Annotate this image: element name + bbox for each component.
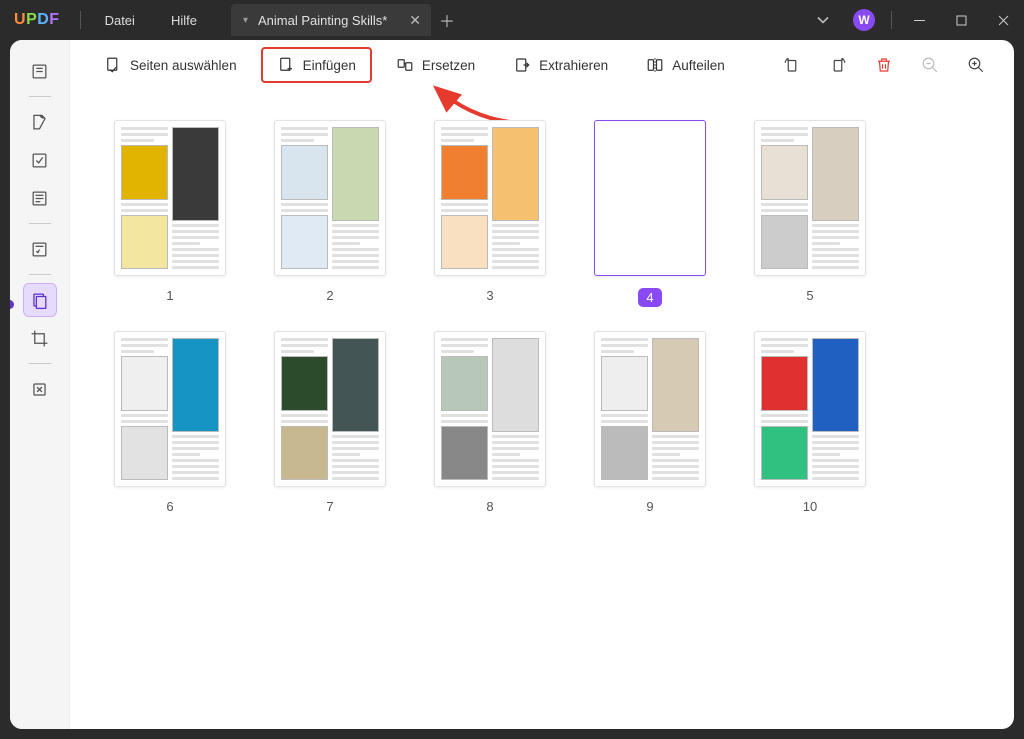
organize-pages-icon[interactable] bbox=[23, 283, 57, 317]
zoom-in-icon[interactable] bbox=[958, 47, 994, 83]
page-preview[interactable] bbox=[434, 331, 546, 487]
tab-dropdown-icon[interactable]: ▾ bbox=[243, 15, 248, 26]
content-area: Seiten auswählen Einfügen Ersetzen Extra… bbox=[70, 40, 1014, 729]
thumbnail-row: 1 2 3 4 bbox=[114, 120, 990, 307]
page-thumbnail[interactable]: 8 bbox=[434, 331, 546, 514]
ocr-tool-icon[interactable] bbox=[23, 181, 57, 215]
page-thumbnail[interactable]: 5 bbox=[754, 120, 866, 307]
title-bar: UPDF Datei Hilfe ▾ Animal Painting Skill… bbox=[0, 0, 1024, 40]
insert-button[interactable]: Einfügen bbox=[261, 47, 372, 83]
divider bbox=[29, 96, 51, 97]
page-preview[interactable] bbox=[594, 331, 706, 487]
page-number: 2 bbox=[326, 288, 333, 303]
app-logo: UPDF bbox=[0, 11, 74, 29]
page-preview[interactable] bbox=[274, 120, 386, 276]
page-toolbar: Seiten auswählen Einfügen Ersetzen Extra… bbox=[70, 40, 1014, 90]
new-tab-button[interactable]: ＋ bbox=[431, 8, 463, 32]
page-preview[interactable] bbox=[754, 331, 866, 487]
select-pages-button[interactable]: Seiten auswählen bbox=[90, 47, 251, 83]
page-preview[interactable] bbox=[594, 120, 706, 276]
chevron-down-icon[interactable] bbox=[813, 10, 833, 30]
thumbnail-row: 6 7 8 bbox=[114, 331, 990, 514]
separator bbox=[80, 11, 81, 29]
page-thumbnail[interactable]: 3 bbox=[434, 120, 546, 307]
insert-label: Einfügen bbox=[303, 58, 356, 73]
page-number: 4 bbox=[638, 288, 661, 307]
divider bbox=[29, 274, 51, 275]
page-preview[interactable] bbox=[434, 120, 546, 276]
document-tab[interactable]: ▾ Animal Painting Skills* ✕ bbox=[231, 4, 431, 36]
page-thumbnail[interactable]: 1 bbox=[114, 120, 226, 307]
form-tool-icon[interactable] bbox=[23, 232, 57, 266]
app-body: Seiten auswählen Einfügen Ersetzen Extra… bbox=[10, 40, 1014, 729]
page-thumbnail[interactable]: 4 bbox=[594, 120, 706, 307]
page-preview[interactable] bbox=[114, 331, 226, 487]
comment-tool-icon[interactable] bbox=[23, 105, 57, 139]
rotate-right-icon[interactable] bbox=[820, 47, 856, 83]
edit-tool-icon[interactable] bbox=[23, 143, 57, 177]
page-preview[interactable] bbox=[274, 331, 386, 487]
page-number: 6 bbox=[166, 499, 173, 514]
sidebar-handle[interactable] bbox=[10, 300, 14, 309]
user-avatar[interactable]: W bbox=[853, 9, 875, 31]
minimize-button[interactable] bbox=[898, 0, 940, 40]
divider bbox=[29, 363, 51, 364]
close-window-button[interactable] bbox=[982, 0, 1024, 40]
separator bbox=[891, 11, 892, 29]
thumbnail-grid: 1 2 3 4 bbox=[70, 90, 1014, 729]
select-pages-label: Seiten auswählen bbox=[130, 58, 237, 73]
menu-help[interactable]: Hilfe bbox=[153, 0, 215, 40]
extract-button[interactable]: Extrahieren bbox=[499, 47, 622, 83]
delete-icon[interactable] bbox=[866, 47, 902, 83]
page-preview[interactable] bbox=[114, 120, 226, 276]
replace-button[interactable]: Ersetzen bbox=[382, 47, 489, 83]
tab-title: Animal Painting Skills* bbox=[258, 13, 399, 28]
page-preview[interactable] bbox=[754, 120, 866, 276]
zoom-out-icon[interactable] bbox=[912, 47, 948, 83]
split-button[interactable]: Aufteilen bbox=[632, 47, 739, 83]
page-number: 9 bbox=[646, 499, 653, 514]
reader-mode-icon[interactable] bbox=[23, 54, 57, 88]
compress-tool-icon[interactable] bbox=[23, 372, 57, 406]
left-sidebar bbox=[10, 40, 70, 729]
page-thumbnail[interactable]: 10 bbox=[754, 331, 866, 514]
page-thumbnail[interactable]: 2 bbox=[274, 120, 386, 307]
maximize-button[interactable] bbox=[940, 0, 982, 40]
page-number: 10 bbox=[803, 499, 817, 514]
page-number: 3 bbox=[486, 288, 493, 303]
replace-label: Ersetzen bbox=[422, 58, 475, 73]
page-thumbnail[interactable]: 9 bbox=[594, 331, 706, 514]
rotate-left-icon[interactable] bbox=[774, 47, 810, 83]
close-tab-icon[interactable]: ✕ bbox=[409, 12, 421, 29]
split-label: Aufteilen bbox=[672, 58, 725, 73]
page-number: 8 bbox=[486, 499, 493, 514]
page-number: 5 bbox=[806, 288, 813, 303]
page-thumbnail[interactable]: 7 bbox=[274, 331, 386, 514]
crop-tool-icon[interactable] bbox=[23, 321, 57, 355]
divider bbox=[29, 223, 51, 224]
page-number: 7 bbox=[326, 499, 333, 514]
page-number: 1 bbox=[166, 288, 173, 303]
extract-label: Extrahieren bbox=[539, 58, 608, 73]
page-thumbnail[interactable]: 6 bbox=[114, 331, 226, 514]
menu-file[interactable]: Datei bbox=[87, 0, 153, 40]
app-window: UPDF Datei Hilfe ▾ Animal Painting Skill… bbox=[0, 0, 1024, 739]
